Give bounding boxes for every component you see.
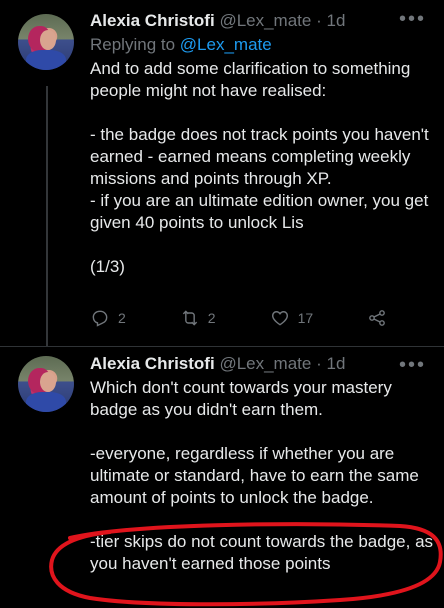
tweet-actions: 2 2 17 <box>90 308 387 328</box>
avatar[interactable] <box>18 14 74 70</box>
retweet-button[interactable]: 2 <box>180 308 216 328</box>
replying-to-link[interactable]: @Lex_mate <box>180 35 272 54</box>
tweet-header: Alexia Christofi @Lex_mate · 1d <box>90 10 440 32</box>
reply-count: 2 <box>118 310 126 326</box>
author-handle[interactable]: @Lex_mate <box>219 11 311 30</box>
separator-dot: · <box>316 11 322 30</box>
tweet-1[interactable]: Alexia Christofi @Lex_mate · 1d Replying… <box>90 10 440 278</box>
reply-button[interactable]: 2 <box>90 308 126 328</box>
timestamp[interactable]: 1d <box>327 11 346 30</box>
author-handle[interactable]: @Lex_mate <box>219 354 311 373</box>
separator-dot: · <box>316 354 322 373</box>
share-icon <box>369 310 386 326</box>
tweet-text: And to add some clarification to somethi… <box>90 59 429 276</box>
avatar[interactable] <box>18 356 74 412</box>
replying-prefix: Replying to <box>90 35 180 54</box>
like-icon <box>271 311 288 326</box>
reply-icon <box>92 310 108 327</box>
thread-connector-line <box>46 86 48 347</box>
retweet-icon <box>182 310 197 326</box>
replying-to: Replying to @Lex_mate <box>90 34 440 56</box>
share-button[interactable] <box>367 308 387 328</box>
tweet-divider <box>0 346 444 347</box>
like-button[interactable]: 17 <box>270 308 314 328</box>
tweet-2[interactable]: Alexia Christofi @Lex_mate · 1d Which do… <box>90 353 440 575</box>
author-name[interactable]: Alexia Christofi <box>90 11 215 30</box>
author-name[interactable]: Alexia Christofi <box>90 354 215 373</box>
like-count: 17 <box>297 310 314 326</box>
timestamp[interactable]: 1d <box>327 354 346 373</box>
tweet-header: Alexia Christofi @Lex_mate · 1d <box>90 353 440 375</box>
tweet-text: Which don't count towards your mastery b… <box>90 378 434 573</box>
retweet-count: 2 <box>207 310 216 326</box>
